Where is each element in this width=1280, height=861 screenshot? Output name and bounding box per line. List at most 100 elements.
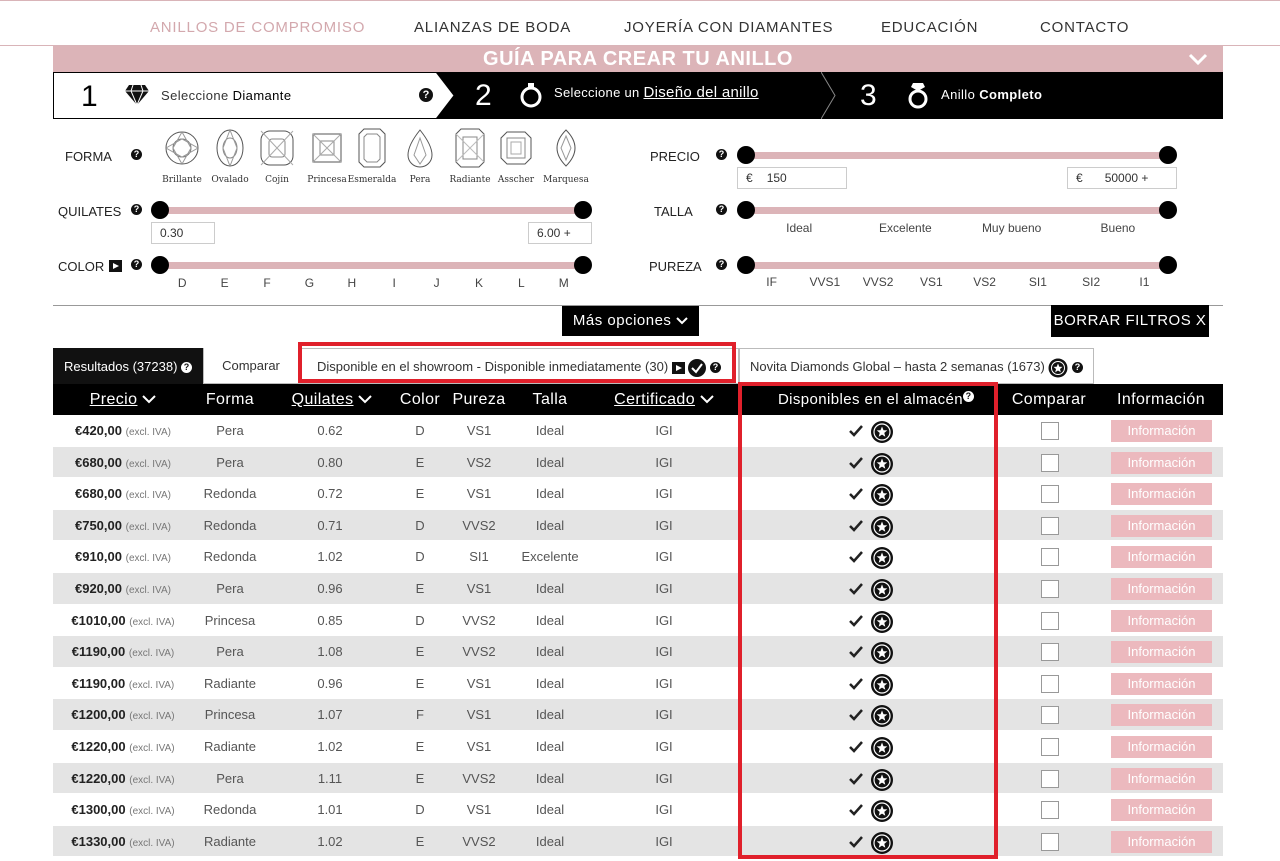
compare-checkbox[interactable] [1041,611,1059,630]
precio-min-input[interactable]: €150 [737,167,847,189]
info-button[interactable]: Información [1111,451,1212,474]
quilates-slider-track[interactable] [160,207,582,214]
shape-marquesa[interactable]: Marquesa [543,128,589,188]
pureza-slider-track[interactable] [745,262,1169,269]
table-row[interactable]: €750,00 (excl. IVA) Redonda 0.71 D VVS2 Ideal… [53,509,1223,542]
info-button[interactable]: Información [1111,735,1212,758]
compare-checkbox[interactable] [1041,801,1059,820]
info-button[interactable]: Información [1111,672,1212,695]
step-1-help-icon[interactable]: ? [419,88,433,102]
princess-diamond-icon [312,133,342,163]
info-button[interactable]: Información [1111,767,1212,790]
table-row[interactable]: €1220,00 (excl. IVA) Radiante 1.02 E VS1 Idea… [53,731,1223,763]
info-button[interactable]: Información [1111,546,1212,569]
design-link[interactable]: Diseño del anillo [643,84,758,101]
table-row[interactable]: €910,00 (excl. IVA) Redonda 1.02 D SI1 Excele… [53,541,1223,573]
precio-min-handle[interactable] [737,146,755,164]
precio-max-input[interactable]: €50000 + [1067,167,1177,189]
color-min-handle[interactable] [151,256,169,274]
info-button[interactable]: Información [1111,514,1212,537]
info-button[interactable]: Información [1111,483,1212,506]
compare-checkbox[interactable] [1041,453,1059,472]
compare-checkbox[interactable] [1041,548,1059,567]
quilates-max-handle[interactable] [574,201,592,219]
tab-global[interactable]: Novita Diamonds Global – hasta 2 semanas… [739,348,1094,384]
table-row[interactable]: €1220,00 (excl. IVA) Pera 1.11 E VVS2 Ideal IG… [53,762,1223,795]
shape-brillante[interactable]: Brillante [162,128,202,188]
talla-min-handle[interactable] [737,201,755,219]
compare-checkbox[interactable] [1041,769,1059,788]
table-row[interactable]: €1190,00 (excl. IVA) Pera 1.08 E VVS2 Ideal IG… [53,636,1223,668]
info-button[interactable]: Información [1111,830,1212,853]
table-row[interactable]: €1010,00 (excl. IVA) Princesa 0.85 D VVS2 Ide… [53,605,1223,637]
info-button[interactable]: Información [1111,609,1212,632]
quilates-help-icon[interactable]: ? [131,204,142,215]
precio-help-icon[interactable]: ? [716,149,727,160]
quilates-max-input[interactable]: 6.00 + [528,222,592,244]
table-row[interactable]: €680,00 (excl. IVA) Redonda 0.72 E VS1 Ideal I… [53,478,1223,510]
th-precio[interactable]: Precio [53,384,193,415]
nav-joyeria-diamantes[interactable]: JOYERÍA CON DIAMANTES [624,19,833,36]
step-1[interactable]: 1 Seleccione Diamante ? [53,72,437,119]
table-row[interactable]: €680,00 (excl. IVA) Pera 0.80 E VS2 Ideal IGI I… [53,446,1223,479]
nav-anillos-compromiso[interactable]: ANILLOS DE COMPROMISO [150,19,365,36]
th-certificado[interactable]: Certificado [587,384,741,415]
talla-help-icon[interactable]: ? [716,204,727,215]
shape-esmeralda[interactable]: Esmeralda [348,128,396,188]
global-help-icon[interactable]: ? [1072,362,1084,374]
info-button[interactable]: Información [1111,704,1212,727]
shape-pera[interactable]: Pera [400,128,440,188]
mas-opciones-button[interactable]: Más opciones [562,306,699,336]
ring-guide-bar[interactable]: GUÍA PARA CREAR TU ANILLO [53,46,1223,72]
tab-comparar[interactable]: Comparar [203,348,299,384]
borrar-filtros-button[interactable]: BORRAR FILTROS X [1051,305,1209,337]
pureza-min-handle[interactable] [737,256,755,274]
info-button[interactable]: Información [1111,799,1212,822]
table-row[interactable]: €920,00 (excl. IVA) Pera 0.96 E VS1 Ideal IGI I… [53,572,1223,605]
quilates-min-input[interactable]: 0.30 [151,222,215,244]
color-slider-track[interactable] [160,262,582,269]
table-row[interactable]: €1330,00 (excl. IVA) Radiante 1.02 E VVS2 Ide… [53,825,1223,858]
compare-checkbox[interactable] [1041,706,1059,725]
video-play-icon[interactable] [109,260,122,272]
tab-resultados[interactable]: Resultados (37238) ? [53,348,203,384]
th-quilates[interactable]: Quilates [267,384,397,415]
table-row[interactable]: €1190,00 (excl. IVA) Radiante 0.96 E VS1 Idea… [53,668,1223,700]
compare-checkbox[interactable] [1041,674,1059,693]
nav-alianzas-boda[interactable]: ALIANZAS DE BODA [414,19,571,36]
table-row[interactable]: €1300,00 (excl. IVA) Redonda 1.01 D VS1 Ideal… [53,794,1223,826]
nav-contacto[interactable]: CONTACTO [1040,19,1129,36]
compare-checkbox[interactable] [1041,485,1059,504]
color-help-icon[interactable]: ? [131,259,142,270]
compare-checkbox[interactable] [1041,643,1059,662]
pureza-help-icon[interactable]: ? [716,259,727,270]
talla-max-handle[interactable] [1159,201,1177,219]
forma-help-icon[interactable]: ? [131,149,142,160]
color-max-handle[interactable] [574,256,592,274]
table-row[interactable]: €1200,00 (excl. IVA) Princesa 1.07 F VS1 Idea… [53,699,1223,731]
compare-checkbox[interactable] [1041,516,1059,535]
shape-asscher[interactable]: Asscher [496,128,536,188]
resultados-help-icon[interactable]: ? [181,362,193,374]
cert-cell: IGI [655,423,673,438]
compare-checkbox[interactable] [1041,422,1059,440]
info-button[interactable]: Información [1111,641,1212,664]
compare-checkbox[interactable] [1041,832,1059,851]
shape-radiante[interactable]: Radiante [449,128,491,188]
nav-educacion[interactable]: EDUCACIÓN [881,19,978,36]
info-button[interactable]: Información [1111,420,1212,442]
pureza-max-handle[interactable] [1159,256,1177,274]
precio-max-handle[interactable] [1159,146,1177,164]
ring-icon [520,83,542,108]
compare-checkbox[interactable] [1041,579,1059,598]
compare-checkbox[interactable] [1041,737,1059,756]
quilates-min-handle[interactable] [151,201,169,219]
talla-slider-track[interactable] [745,207,1169,214]
shape-cojin[interactable]: Cojín [257,128,297,188]
table-row[interactable]: €420,00 (excl. IVA) Pera 0.62 D VS1 Ideal IGI I… [53,415,1223,447]
precio-slider-track[interactable] [745,152,1169,159]
chevron-down-icon[interactable] [1187,49,1209,69]
shape-ovalado[interactable]: Ovalado [210,128,250,188]
info-button[interactable]: Información [1111,577,1212,600]
shape-princesa[interactable]: Princesa [307,128,347,188]
